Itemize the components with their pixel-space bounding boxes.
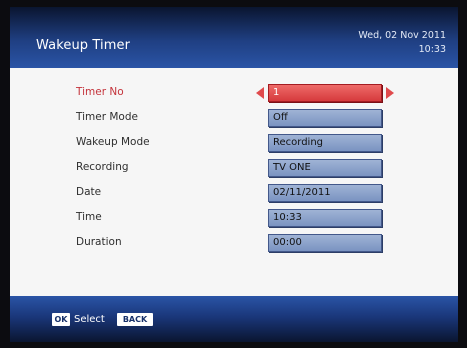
page-title: Wakeup Timer	[36, 38, 131, 53]
timer-no-label: Timer No	[76, 86, 124, 98]
timer-no-field[interactable]: 1	[268, 84, 382, 102]
timer-no-row[interactable]: Timer No 1	[10, 84, 458, 102]
recording-value: TV ONE	[273, 162, 311, 173]
clock: Wed, 02 Nov 2011 10:33	[358, 29, 446, 57]
time-field[interactable]: 10:33	[268, 209, 382, 227]
duration-label: Duration	[76, 236, 122, 248]
arrow-left-icon[interactable]	[256, 87, 264, 99]
recording-label: Recording	[76, 161, 129, 173]
current-time: 10:33	[418, 44, 446, 55]
arrow-right-icon[interactable]	[386, 87, 394, 99]
duration-value: 00:00	[273, 237, 302, 248]
wakeup-mode-value: Recording	[273, 137, 324, 148]
timer-no-value: 1	[273, 87, 280, 98]
timer-mode-row[interactable]: Timer Mode Off	[10, 109, 458, 127]
tv-screen: Wakeup Timer Wed, 02 Nov 2011 10:33 Time…	[10, 7, 458, 342]
header-bar: Wakeup Timer Wed, 02 Nov 2011 10:33	[10, 7, 458, 68]
footer-bar: OK Select BACK	[10, 296, 458, 342]
timer-mode-label: Timer Mode	[76, 111, 138, 123]
settings-panel: Timer No 1 Timer Mode Off Wakeup Mode Re…	[10, 68, 458, 296]
date-field[interactable]: 02/11/2011	[268, 184, 382, 202]
ok-key-icon[interactable]: OK	[52, 313, 70, 326]
time-value: 10:33	[273, 212, 302, 223]
timer-mode-field[interactable]: Off	[268, 109, 382, 127]
wakeup-mode-field[interactable]: Recording	[268, 134, 382, 152]
date-label: Date	[76, 186, 102, 198]
timer-mode-value: Off	[273, 112, 288, 123]
select-hint: Select	[74, 314, 105, 325]
recording-field[interactable]: TV ONE	[268, 159, 382, 177]
time-row[interactable]: Time 10:33	[10, 209, 458, 227]
time-label: Time	[76, 211, 102, 223]
wakeup-mode-label: Wakeup Mode	[76, 136, 150, 148]
back-key-icon[interactable]: BACK	[117, 313, 153, 326]
date-value: 02/11/2011	[273, 187, 331, 198]
wakeup-mode-row[interactable]: Wakeup Mode Recording	[10, 134, 458, 152]
date-row[interactable]: Date 02/11/2011	[10, 184, 458, 202]
duration-row[interactable]: Duration 00:00	[10, 234, 458, 252]
recording-row[interactable]: Recording TV ONE	[10, 159, 458, 177]
duration-field[interactable]: 00:00	[268, 234, 382, 252]
current-date: Wed, 02 Nov 2011	[358, 30, 446, 41]
